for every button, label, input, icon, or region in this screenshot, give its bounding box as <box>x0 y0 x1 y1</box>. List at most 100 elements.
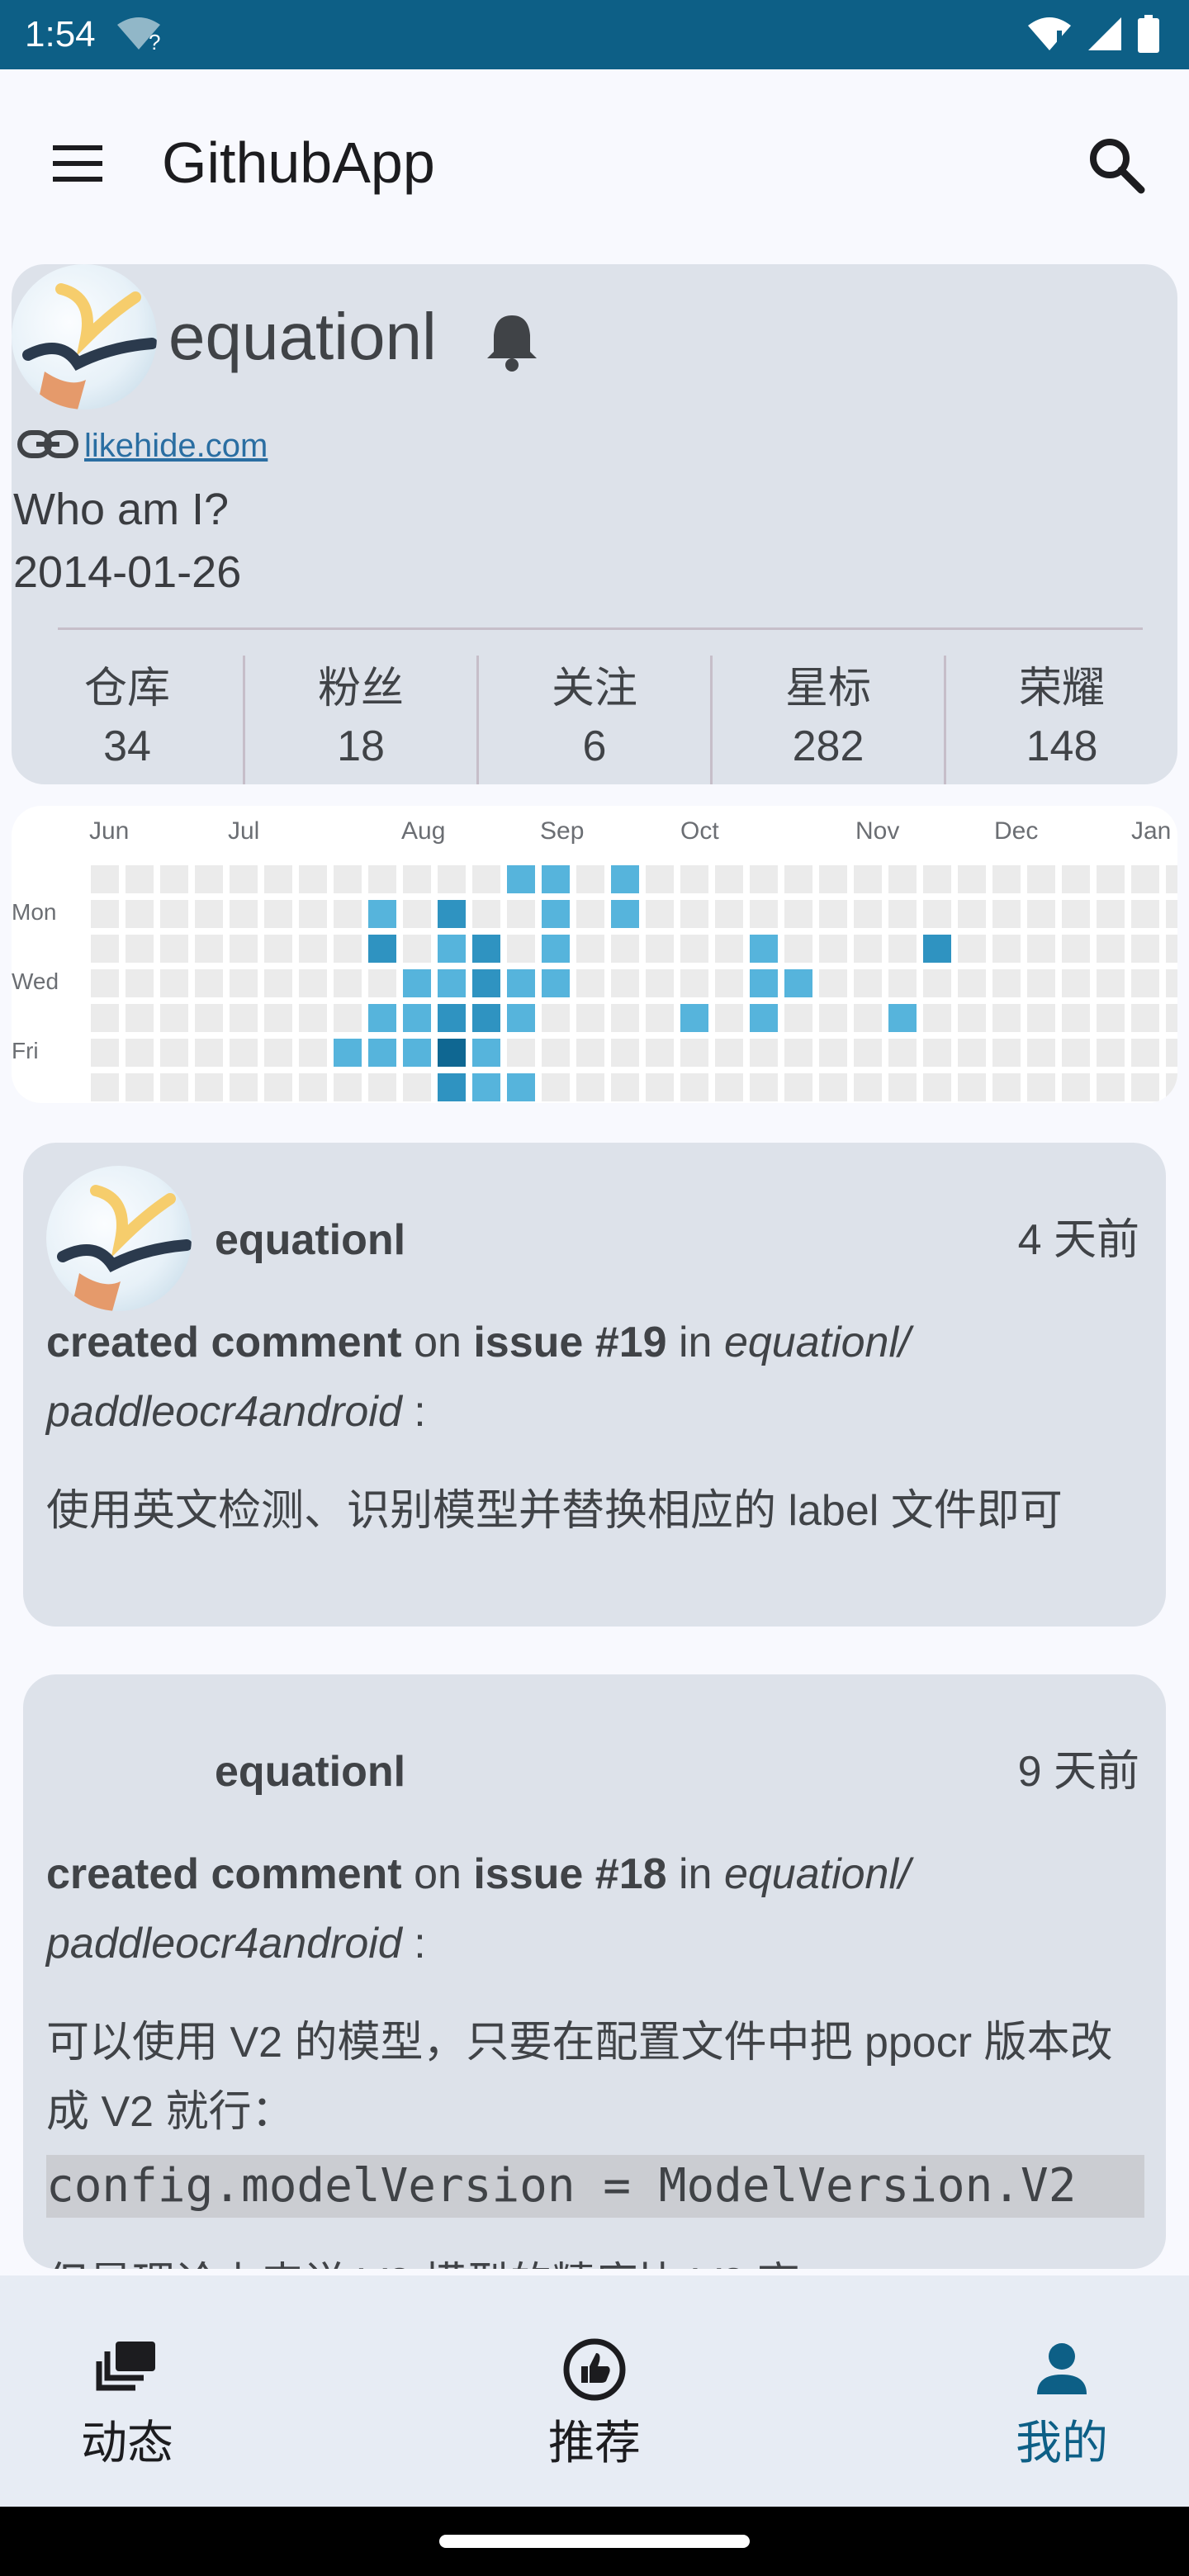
contribution-cell[interactable] <box>264 865 292 893</box>
nav-feed[interactable]: 动态 <box>12 2275 243 2507</box>
contribution-cell[interactable] <box>91 900 119 928</box>
contribution-cell[interactable] <box>160 935 188 963</box>
contribution-cell[interactable] <box>992 969 1021 997</box>
contribution-cell[interactable] <box>403 1004 431 1032</box>
contribution-cell[interactable] <box>576 865 604 893</box>
profile-link-row[interactable]: likehide.com <box>17 421 268 471</box>
contribution-cell[interactable] <box>542 1039 570 1067</box>
contribution-cell[interactable] <box>1166 1039 1177 1067</box>
contribution-cell[interactable] <box>1131 865 1159 893</box>
contribution-cell[interactable] <box>195 969 223 997</box>
contribution-cell[interactable] <box>854 969 882 997</box>
contribution-cell[interactable] <box>542 1004 570 1032</box>
contribution-cell[interactable] <box>958 1073 986 1101</box>
contribution-cell[interactable] <box>750 1039 778 1067</box>
contribution-cell[interactable] <box>472 1073 500 1101</box>
contribution-cell[interactable] <box>819 865 847 893</box>
contribution-cell[interactable] <box>1097 1039 1125 1067</box>
contribution-cell[interactable] <box>854 1004 882 1032</box>
contribution-cell[interactable] <box>923 900 951 928</box>
contribution-cell[interactable] <box>923 1004 951 1032</box>
contribution-cell[interactable] <box>750 969 778 997</box>
contribution-cell[interactable] <box>819 1073 847 1101</box>
contribution-cell[interactable] <box>888 1073 917 1101</box>
avatar[interactable] <box>12 264 157 410</box>
contribution-cell[interactable] <box>646 1004 674 1032</box>
contribution-cell[interactable] <box>1062 865 1090 893</box>
contribution-cell[interactable] <box>368 1039 396 1067</box>
contribution-cell[interactable] <box>368 865 396 893</box>
contribution-cell[interactable] <box>1131 1039 1159 1067</box>
contribution-cell[interactable] <box>1131 900 1159 928</box>
contribution-cell[interactable] <box>438 969 466 997</box>
contribution-cell[interactable] <box>542 935 570 963</box>
contribution-cell[interactable] <box>992 900 1021 928</box>
contribution-cell[interactable] <box>334 969 362 997</box>
contribution-cell[interactable] <box>403 900 431 928</box>
contribution-cell[interactable] <box>264 1004 292 1032</box>
contribution-cell[interactable] <box>819 900 847 928</box>
contribution-cell[interactable] <box>715 935 743 963</box>
contribution-cell[interactable] <box>992 935 1021 963</box>
contribution-cell[interactable] <box>992 1004 1021 1032</box>
contribution-cell[interactable] <box>91 1004 119 1032</box>
contribution-cell[interactable] <box>507 969 535 997</box>
contribution-cell[interactable] <box>750 935 778 963</box>
contribution-cell[interactable] <box>368 935 396 963</box>
contribution-cell[interactable] <box>576 935 604 963</box>
contribution-cell[interactable] <box>680 969 708 997</box>
contribution-cell[interactable] <box>750 900 778 928</box>
contribution-cell[interactable] <box>160 1039 188 1067</box>
contribution-cell[interactable] <box>784 900 812 928</box>
contribution-cell[interactable] <box>750 865 778 893</box>
contribution-cell[interactable] <box>1097 1073 1125 1101</box>
contribution-cell[interactable] <box>576 1004 604 1032</box>
contribution-cell[interactable] <box>472 900 500 928</box>
contribution-cell[interactable] <box>403 1073 431 1101</box>
contribution-cell[interactable] <box>680 1073 708 1101</box>
contribution-cell[interactable] <box>1027 1073 1055 1101</box>
nav-recommend[interactable]: 推荐 <box>479 2275 710 2507</box>
contribution-cell[interactable] <box>1131 1004 1159 1032</box>
contribution-cell[interactable] <box>1097 935 1125 963</box>
bell-icon[interactable] <box>482 310 542 373</box>
contribution-cell[interactable] <box>91 1073 119 1101</box>
stat-following[interactable]: 关注 6 <box>479 656 713 784</box>
contribution-cell[interactable] <box>576 1073 604 1101</box>
contribution-cell[interactable] <box>1166 1073 1177 1101</box>
contribution-cell[interactable] <box>576 969 604 997</box>
contribution-cell[interactable] <box>368 1073 396 1101</box>
contribution-cell[interactable] <box>195 1073 223 1101</box>
contribution-cell[interactable] <box>507 1004 535 1032</box>
event-target[interactable]: issue #18 <box>473 1850 666 1898</box>
contribution-cell[interactable] <box>472 1039 500 1067</box>
contribution-cell[interactable] <box>1062 1039 1090 1067</box>
event-username[interactable]: equationl <box>215 1214 405 1267</box>
contribution-cell[interactable] <box>854 900 882 928</box>
contribution-cell[interactable] <box>334 900 362 928</box>
contribution-cell[interactable] <box>160 969 188 997</box>
contribution-cell[interactable] <box>299 969 327 997</box>
contribution-cell[interactable] <box>958 1039 986 1067</box>
contribution-cell[interactable] <box>195 1039 223 1067</box>
contribution-cell[interactable] <box>680 935 708 963</box>
contribution-cell[interactable] <box>160 900 188 928</box>
contribution-cell[interactable] <box>91 969 119 997</box>
contribution-cell[interactable] <box>126 1039 154 1067</box>
contribution-cell[interactable] <box>1027 865 1055 893</box>
contribution-cell[interactable] <box>264 1039 292 1067</box>
contribution-cell[interactable] <box>507 935 535 963</box>
contribution-cell[interactable] <box>438 935 466 963</box>
contribution-cell[interactable] <box>334 865 362 893</box>
contribution-cell[interactable] <box>646 1039 674 1067</box>
contribution-cell[interactable] <box>160 865 188 893</box>
contribution-cell[interactable] <box>1166 1004 1177 1032</box>
contribution-cell[interactable] <box>611 1004 639 1032</box>
contribution-cell[interactable] <box>715 1039 743 1067</box>
contribution-cell[interactable] <box>854 1073 882 1101</box>
contribution-cell[interactable] <box>784 1039 812 1067</box>
contribution-cell[interactable] <box>126 935 154 963</box>
contribution-cell[interactable] <box>715 969 743 997</box>
contribution-cell[interactable] <box>472 1004 500 1032</box>
contribution-cell[interactable] <box>923 935 951 963</box>
